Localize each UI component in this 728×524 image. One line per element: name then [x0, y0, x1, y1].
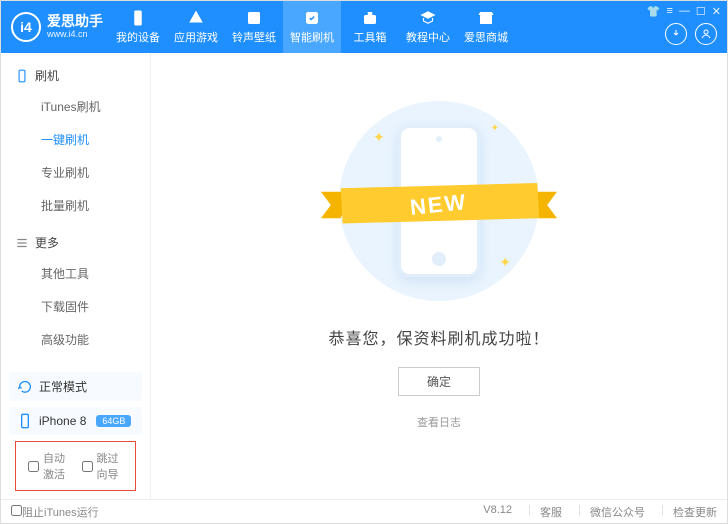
- nav-smart-flash[interactable]: 智能刷机: [283, 1, 341, 53]
- win-close-icon[interactable]: ✕: [712, 5, 721, 18]
- win-menu-icon[interactable]: ≡: [666, 5, 672, 18]
- sidebar-section-flash: 刷机: [1, 61, 150, 90]
- options-highlight-box: 自动激活 跳过向导: [15, 441, 136, 491]
- nav-ringtones-wallpapers[interactable]: 铃声壁纸: [225, 1, 283, 53]
- nav-tutorials[interactable]: 教程中心: [399, 1, 457, 53]
- menu-icon: [15, 236, 29, 250]
- app-name: 爱思助手: [47, 14, 103, 29]
- device-phone-icon: [17, 413, 33, 429]
- view-log-link[interactable]: 查看日志: [417, 414, 461, 430]
- mode-label: 正常模式: [39, 378, 87, 395]
- version-label: V8.12: [471, 504, 512, 520]
- footer-link-check-update[interactable]: 检查更新: [661, 504, 717, 520]
- nav-toolbox[interactable]: 工具箱: [341, 1, 399, 53]
- logo: i4 爱思助手 www.i4.cn: [11, 12, 103, 42]
- footer-link-support[interactable]: 客服: [528, 504, 562, 520]
- block-itunes-checkbox[interactable]: 阻止iTunes运行: [11, 504, 99, 520]
- skip-guide-checkbox[interactable]: 跳过向导: [82, 450, 124, 482]
- phone-icon: [15, 69, 29, 83]
- app-url: www.i4.cn: [47, 30, 103, 40]
- device-storage-badge: 64GB: [96, 415, 131, 427]
- sidebar-item-pro-flash[interactable]: 专业刷机: [35, 156, 150, 189]
- sidebar-item-advanced[interactable]: 高级功能: [35, 323, 150, 356]
- nav-store[interactable]: 爱思商城: [457, 1, 515, 53]
- win-skin-icon[interactable]: 👕: [647, 5, 661, 18]
- top-nav: 我的设备 应用游戏 铃声壁纸 智能刷机 工具箱 教程中心 爱思商城: [109, 1, 515, 53]
- win-minimize-icon[interactable]: —: [679, 5, 690, 18]
- success-illustration: ✦ ✦ ✦ NEW: [339, 101, 539, 301]
- sidebar-item-oneclick-flash[interactable]: 一键刷机: [35, 123, 150, 156]
- refresh-icon: [17, 379, 33, 395]
- device-indicator[interactable]: iPhone 8 64GB: [9, 407, 142, 435]
- main-content: ✦ ✦ ✦ NEW 恭喜您，保资料刷机成功啦！ 确定 查看日志: [151, 53, 727, 499]
- footer-link-wechat[interactable]: 微信公众号: [578, 504, 645, 520]
- logo-icon: i4: [11, 12, 41, 42]
- sparkle-icon: ✦: [373, 129, 385, 146]
- nav-my-device[interactable]: 我的设备: [109, 1, 167, 53]
- sidebar-item-itunes-flash[interactable]: iTunes刷机: [35, 90, 150, 123]
- sparkle-icon: ✦: [499, 254, 511, 271]
- sparkle-icon: ✦: [491, 123, 499, 134]
- mode-indicator[interactable]: 正常模式: [9, 372, 142, 401]
- user-account-button[interactable]: [695, 23, 717, 45]
- win-maximize-icon[interactable]: ☐: [696, 5, 706, 18]
- titlebar: i4 爱思助手 www.i4.cn 我的设备 应用游戏 铃声壁纸 智能刷机 工具…: [1, 1, 727, 53]
- nav-apps-games[interactable]: 应用游戏: [167, 1, 225, 53]
- device-name: iPhone 8: [39, 414, 86, 428]
- sidebar-item-other-tools[interactable]: 其他工具: [35, 257, 150, 290]
- download-button[interactable]: [665, 23, 687, 45]
- success-message: 恭喜您，保资料刷机成功啦！: [328, 325, 549, 349]
- sidebar: 刷机 iTunes刷机 一键刷机 专业刷机 批量刷机 更多 其他工具 下载固件 …: [1, 53, 151, 499]
- phone-illustration-icon: [398, 125, 480, 277]
- sidebar-item-download-firmware[interactable]: 下载固件: [35, 290, 150, 323]
- ok-button[interactable]: 确定: [398, 367, 480, 396]
- sidebar-section-more: 更多: [1, 228, 150, 257]
- auto-activate-checkbox[interactable]: 自动激活: [28, 450, 70, 482]
- sidebar-item-batch-flash[interactable]: 批量刷机: [35, 189, 150, 222]
- statusbar: 阻止iTunes运行 V8.12 客服 微信公众号 检查更新: [1, 499, 727, 523]
